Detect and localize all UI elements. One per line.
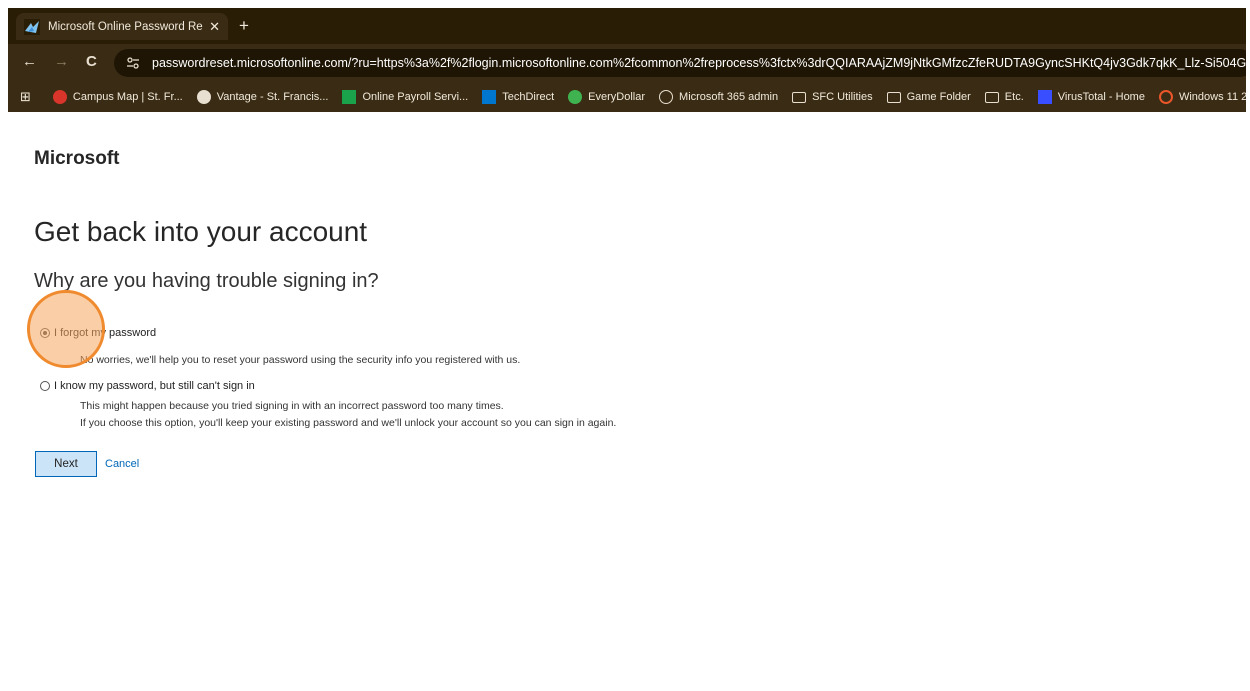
browser-tab[interactable]: Microsoft Online Password Rese ✕ <box>16 13 228 40</box>
bookmark-etc[interactable]: Etc. <box>984 91 1024 103</box>
option-forgot-password-desc: No worries, we'll help you to reset your… <box>80 354 521 366</box>
browser-window: Microsoft Online Password Rese ✕ + ← → C… <box>8 8 1246 691</box>
vantage-icon <box>196 90 211 104</box>
folder-icon <box>984 91 999 103</box>
option-cant-sign-in-desc-1: This might happen because you tried sign… <box>80 400 504 412</box>
url-text: passwordreset.microsoftonline.com/?ru=ht… <box>152 56 1246 70</box>
click-highlight-marker <box>27 290 105 368</box>
radio-cant-sign-in[interactable] <box>40 381 50 391</box>
bookmark-sfc-utilities[interactable]: SFC Utilities <box>792 91 873 103</box>
bookmark-vantage[interactable]: Vantage - St. Francis... <box>196 90 328 104</box>
apps-grid-icon[interactable]: ⊞ <box>20 89 31 105</box>
cancel-link[interactable]: Cancel <box>105 458 139 470</box>
folder-icon <box>792 91 807 103</box>
virustotal-icon <box>1037 90 1052 104</box>
bookmark-virustotal[interactable]: VirusTotal - Home <box>1037 90 1145 104</box>
bookmark-techdirect[interactable]: TechDirect <box>482 90 554 104</box>
payroll-icon <box>342 90 357 104</box>
address-bar[interactable]: passwordreset.microsoftonline.com/?ru=ht… <box>114 49 1246 77</box>
bookmark-game-folder[interactable]: Game Folder <box>886 91 971 103</box>
tab-close-icon[interactable]: ✕ <box>209 19 220 35</box>
page-content: Microsoft Get back into your account Why… <box>8 112 1246 691</box>
bookmarks-bar: ⊞ Campus Map | St. Fr... Vantage - St. F… <box>8 82 1246 112</box>
forward-icon[interactable]: → <box>54 53 69 70</box>
bookmark-windows-11[interactable]: Windows 11 24H <box>1158 90 1246 104</box>
site-settings-icon[interactable] <box>126 55 140 71</box>
option-cant-sign-in-label: I know my password, but still can't sign… <box>54 380 255 392</box>
windows-update-icon <box>1158 90 1173 104</box>
folder-icon <box>886 91 901 103</box>
bookmark-everydollar[interactable]: EveryDollar <box>568 90 645 104</box>
everydollar-icon <box>568 90 583 104</box>
bookmark-campus-map[interactable]: Campus Map | St. Fr... <box>52 90 183 104</box>
dell-icon <box>482 90 497 104</box>
next-button[interactable]: Next <box>35 451 97 477</box>
reload-icon[interactable]: C <box>86 53 97 70</box>
new-tab-icon[interactable]: + <box>239 16 249 36</box>
microsoft-logo-text: Microsoft <box>34 148 120 169</box>
tab-title: Microsoft Online Password Rese <box>48 20 204 33</box>
option-cant-sign-in-desc-2: If you choose this option, you'll keep y… <box>80 417 617 429</box>
page-title: Get back into your account <box>34 216 368 247</box>
globe-icon <box>659 90 674 104</box>
option-cant-sign-in[interactable]: I know my password, but still can't sign… <box>40 380 255 392</box>
bookmark-online-payroll[interactable]: Online Payroll Servi... <box>342 90 468 104</box>
page-subtitle: Why are you having trouble signing in? <box>34 270 379 292</box>
password-reset-favicon-icon <box>24 18 40 35</box>
tab-strip: Microsoft Online Password Rese ✕ + <box>8 8 1246 44</box>
bookmark-m365-admin[interactable]: Microsoft 365 admin <box>659 90 778 104</box>
back-icon[interactable]: ← <box>22 53 37 70</box>
campus-map-icon <box>52 90 67 104</box>
browser-toolbar: ← → C passwordreset.microsoftonline.com/… <box>8 44 1246 82</box>
